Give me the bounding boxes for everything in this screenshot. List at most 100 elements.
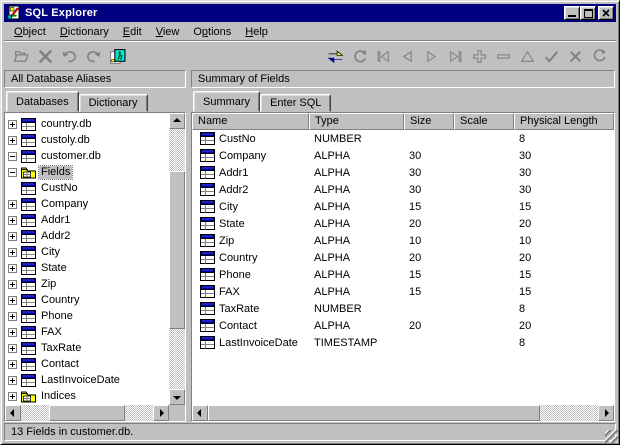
column-header-type[interactable]: Type <box>309 113 404 130</box>
field-row-addr2[interactable]: Addr2 ALPHA 30 30 <box>192 181 614 198</box>
column-header-scale[interactable]: Scale <box>454 113 514 130</box>
field-row-zip[interactable]: Zip ALPHA 10 10 <box>192 232 614 249</box>
tree-expand-toggle[interactable] <box>5 340 20 356</box>
tree-node-customer-db[interactable]: customer.db <box>5 148 169 164</box>
tree-node-company[interactable]: Company <box>5 196 169 212</box>
scroll-right-button[interactable] <box>598 405 614 421</box>
tree-expand-toggle[interactable] <box>5 372 20 388</box>
scroll-track[interactable] <box>540 405 598 421</box>
tree-node-state[interactable]: State <box>5 260 169 276</box>
tree-node-country[interactable]: Country <box>5 292 169 308</box>
scroll-right-button[interactable] <box>153 405 169 421</box>
resize-grip[interactable] <box>605 430 618 443</box>
toolbar-prior-button[interactable] <box>395 45 419 67</box>
scroll-track[interactable] <box>169 329 185 389</box>
tree-node-contact[interactable]: Contact <box>5 356 169 372</box>
tree-node-custoly-db[interactable]: custoly.db <box>5 132 169 148</box>
tree-node-zip[interactable]: Zip <box>5 276 169 292</box>
scroll-track[interactable] <box>21 405 49 421</box>
tree-node-fields[interactable]: Fields <box>5 164 169 180</box>
tree-expand-toggle[interactable] <box>5 148 20 164</box>
field-row-company[interactable]: Company ALPHA 30 30 <box>192 147 614 164</box>
menu-item-object[interactable]: Object <box>7 24 53 40</box>
toolbar-enter-sql-button[interactable] <box>105 45 129 67</box>
toolbar-insert-button[interactable] <box>467 45 491 67</box>
toolbar-next-button[interactable] <box>419 45 443 67</box>
column-header-physical-length[interactable]: Physical Length <box>514 113 614 130</box>
toolbar-first-button[interactable] <box>371 45 395 67</box>
field-row-fax[interactable]: FAX ALPHA 15 15 <box>192 283 614 300</box>
field-row-custno[interactable]: CustNo NUMBER 8 <box>192 130 614 147</box>
menu-item-view[interactable]: View <box>149 24 187 40</box>
tree-node-addr2[interactable]: Addr2 <box>5 228 169 244</box>
menu-item-edit[interactable]: Edit <box>116 24 149 40</box>
toolbar-cancel-button[interactable] <box>563 45 587 67</box>
tree-vertical-scrollbar[interactable] <box>169 113 185 405</box>
menu-item-dictionary[interactable]: Dictionary <box>53 24 116 40</box>
toolbar-rollback-button[interactable] <box>347 45 371 67</box>
tree-expand-toggle[interactable] <box>5 308 20 324</box>
toolbar-delete-button[interactable] <box>33 45 57 67</box>
scroll-thumb[interactable] <box>169 171 185 329</box>
close-button[interactable] <box>598 6 614 20</box>
tree-expand-toggle[interactable] <box>5 212 20 228</box>
scroll-thumb[interactable] <box>208 405 540 421</box>
tree-node-custno[interactable]: CustNo <box>5 180 169 196</box>
tree-expand-toggle[interactable] <box>5 292 20 308</box>
tree-expand-toggle[interactable] <box>5 324 20 340</box>
toolbar-last-button[interactable] <box>443 45 467 67</box>
tree-expand-toggle[interactable] <box>5 276 20 292</box>
tree-node-country-db[interactable]: country.db <box>5 116 169 132</box>
maximize-button[interactable] <box>580 6 596 20</box>
tree-node-phone[interactable]: Phone <box>5 308 169 324</box>
tree-node-city[interactable]: City <box>5 244 169 260</box>
field-row-state[interactable]: State ALPHA 20 20 <box>192 215 614 232</box>
menu-item-options[interactable]: Options <box>186 24 238 40</box>
toolbar-refresh-button[interactable] <box>587 45 611 67</box>
toolbar-delete-record-button[interactable] <box>491 45 515 67</box>
scroll-down-button[interactable] <box>169 389 185 405</box>
title-bar[interactable]: SQL Explorer <box>4 4 616 22</box>
tab-enter-sql[interactable]: Enter SQL <box>260 94 332 112</box>
tree-expand-toggle[interactable] <box>5 228 20 244</box>
field-row-taxrate[interactable]: TaxRate NUMBER 8 <box>192 300 614 317</box>
toolbar-post-button[interactable] <box>539 45 563 67</box>
field-row-addr1[interactable]: Addr1 ALPHA 30 30 <box>192 164 614 181</box>
tree-horizontal-scrollbar[interactable] <box>5 405 169 421</box>
toolbar-redo-button[interactable] <box>81 45 105 67</box>
tab-databases[interactable]: Databases <box>6 91 79 112</box>
field-row-contact[interactable]: Contact ALPHA 20 20 <box>192 317 614 334</box>
field-row-city[interactable]: City ALPHA 15 15 <box>192 198 614 215</box>
scroll-left-button[interactable] <box>192 405 208 421</box>
tree-node-addr1[interactable]: Addr1 <box>5 212 169 228</box>
tree-node-indices[interactable]: Indices <box>5 388 169 404</box>
toolbar-commit-button[interactable] <box>323 45 347 67</box>
grid-horizontal-scrollbar[interactable] <box>192 405 614 421</box>
tree-expand-toggle[interactable] <box>5 260 20 276</box>
tree-expand-toggle[interactable] <box>5 116 20 132</box>
toolbar-edit-record-button[interactable] <box>515 45 539 67</box>
field-row-phone[interactable]: Phone ALPHA 15 15 <box>192 266 614 283</box>
tree-expand-toggle[interactable] <box>5 388 20 404</box>
tree-expand-toggle[interactable] <box>5 244 20 260</box>
field-row-lastinvoicedate[interactable]: LastInvoiceDate TIMESTAMP 8 <box>192 334 614 351</box>
tree-node-fax[interactable]: FAX <box>5 324 169 340</box>
toolbar-undo-button[interactable] <box>57 45 81 67</box>
tree-expand-toggle[interactable] <box>5 196 20 212</box>
tab-dictionary[interactable]: Dictionary <box>78 94 148 112</box>
tree-expand-toggle[interactable] <box>5 180 20 196</box>
column-header-name[interactable]: Name <box>192 113 309 130</box>
minimize-button[interactable] <box>564 6 580 20</box>
scroll-track[interactable] <box>169 129 185 171</box>
tree-node-lastinvoicedate[interactable]: LastInvoiceDate <box>5 372 169 388</box>
tree-expand-toggle[interactable] <box>5 356 20 372</box>
field-row-country[interactable]: Country ALPHA 20 20 <box>192 249 614 266</box>
toolbar-open-button[interactable] <box>9 45 33 67</box>
scroll-up-button[interactable] <box>169 113 185 129</box>
scroll-track[interactable] <box>125 405 153 421</box>
column-header-size[interactable]: Size <box>404 113 454 130</box>
scroll-thumb[interactable] <box>49 405 125 421</box>
scroll-left-button[interactable] <box>5 405 21 421</box>
tree-node-taxrate[interactable]: TaxRate <box>5 340 169 356</box>
tree-expand-toggle[interactable] <box>5 132 20 148</box>
